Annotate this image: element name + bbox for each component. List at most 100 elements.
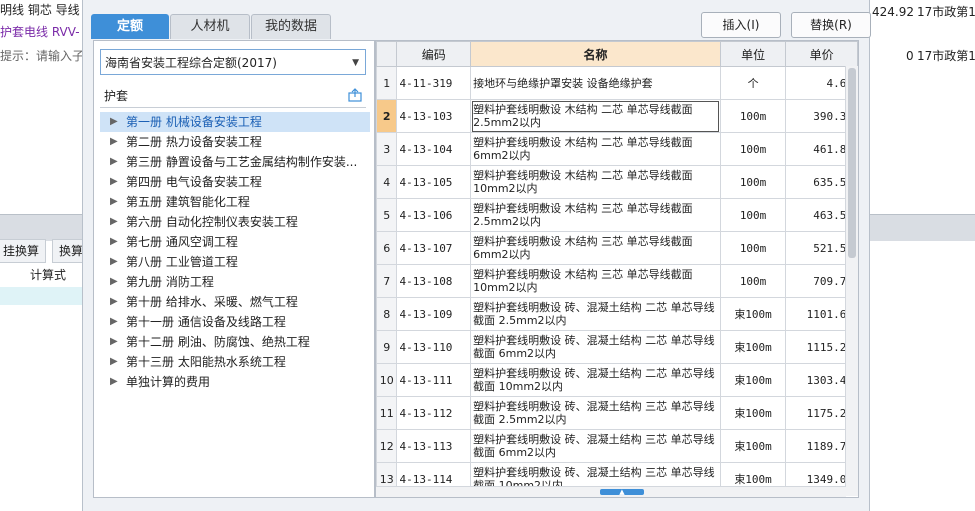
tree-item[interactable]: ▶ 第九册 消防工程	[100, 272, 370, 292]
row-unit[interactable]: 100m	[719, 165, 787, 199]
row-name[interactable]: 塑料护套线明敷设 砖、混凝土结构 三芯 单芯导线截面 2.5mm2以内	[470, 396, 721, 430]
tree-item[interactable]: ▶ 第八册 工业管道工程	[100, 252, 370, 272]
tree-item[interactable]: ▶ 单独计算的费用	[100, 372, 370, 392]
column-header-name[interactable]: 名称	[470, 41, 721, 67]
row-name[interactable]: 塑料护套线明敷设 砖、混凝土结构 三芯 单芯导线截面 6mm2以内	[470, 429, 721, 463]
chevron-right-icon: ▶	[110, 196, 118, 207]
background-row: 护套电线 RVV-	[0, 25, 80, 39]
background-row: 明线 铜芯 导线	[0, 3, 80, 17]
tree-item[interactable]: ▶ 第十一册 通信设备及线路工程	[100, 312, 370, 332]
column-header-code[interactable]: 编码	[396, 41, 472, 67]
row-number: 11	[376, 396, 398, 430]
row-unit[interactable]: 100m	[719, 231, 787, 265]
chevron-right-icon: ▶	[110, 176, 118, 187]
row-name[interactable]: 塑料护套线明敷设 砖、混凝土结构 二芯 单芯导线截面 6mm2以内	[470, 330, 721, 364]
table-row[interactable]: 5 4-13-106 塑料护套线明敷设 木结构 三芯 单芯导线截面 2.5mm2…	[376, 198, 858, 232]
tree-item[interactable]: ▶ 第十册 给排水、采暖、燃气工程	[100, 292, 370, 312]
tab-labor-material-machine[interactable]: 人材机	[170, 14, 250, 39]
tree-item[interactable]: ▶ 第七册 通风空调工程	[100, 232, 370, 252]
table-row[interactable]: 11 4-13-112 塑料护套线明敷设 砖、混凝土结构 三芯 单芯导线截面 2…	[376, 396, 858, 430]
row-code[interactable]: 4-13-107	[396, 231, 472, 265]
table-row[interactable]: 4 4-13-105 塑料护套线明敷设 木结构 二芯 单芯导线截面 10mm2以…	[376, 165, 858, 199]
chevron-right-icon: ▶	[110, 216, 118, 227]
search-input[interactable]: 护套	[100, 84, 366, 108]
row-number: 2	[376, 99, 398, 133]
column-header-unit[interactable]: 单位	[719, 41, 787, 67]
table-row[interactable]: 2 4-13-103 塑料护套线明敷设 木结构 二芯 单芯导线截面 2.5mm2…	[376, 99, 858, 133]
row-code[interactable]: 4-13-108	[396, 264, 472, 298]
quota-library-panel: 海南省安装工程综合定额(2017) ▼ 护套 ▶ 第一册 机械设备安装工程 ▶ 第二…	[93, 40, 375, 498]
row-name[interactable]: 塑料护套线明敷设 砖、混凝土结构 二芯 单芯导线截面 10mm2以内	[470, 363, 721, 397]
collapse-handle-icon[interactable]: ▲	[600, 489, 644, 496]
table-row[interactable]: 9 4-13-110 塑料护套线明敷设 砖、混凝土结构 二芯 单芯导线截面 6m…	[376, 330, 858, 364]
background-right-column: 424.92 17市政第1 0 17市政第1	[868, 0, 975, 80]
tree-item-label: 单独计算的费用	[126, 375, 211, 389]
row-number: 9	[376, 330, 398, 364]
row-code[interactable]: 4-13-112	[396, 396, 472, 430]
insert-button[interactable]: 插入(I)	[701, 12, 781, 38]
quota-library-select[interactable]: 海南省安装工程综合定额(2017) ▼	[100, 49, 366, 75]
table-row[interactable]: 6 4-13-107 塑料护套线明敷设 木结构 三芯 单芯导线截面 6mm2以内…	[376, 231, 858, 265]
row-unit[interactable]: 束100m	[719, 330, 787, 364]
tree-item-label: 第十一册 通信设备及线路工程	[126, 315, 286, 329]
tree-item[interactable]: ▶ 第四册 电气设备安装工程	[100, 172, 370, 192]
vertical-scrollbar[interactable]	[845, 66, 858, 496]
table-row[interactable]: 1 4-11-319 接地环与绝缘护罩安装 设备绝缘护套 个 4.65	[376, 66, 858, 100]
row-unit[interactable]: 束100m	[719, 429, 787, 463]
row-unit[interactable]: 束100m	[719, 396, 787, 430]
row-code[interactable]: 4-13-110	[396, 330, 472, 364]
tree-item[interactable]: ▶ 第六册 自动化控制仪表安装工程	[100, 212, 370, 232]
row-code[interactable]: 4-13-113	[396, 429, 472, 463]
tree-item[interactable]: ▶ 第三册 静置设备与工艺金属结构制作安装...	[100, 152, 370, 172]
filter-icon[interactable]	[348, 88, 362, 102]
row-code[interactable]: 4-13-103	[396, 99, 472, 133]
background-text: 17市政第1	[917, 49, 975, 63]
replace-button[interactable]: 替换(R)	[791, 12, 871, 38]
chevron-right-icon: ▶	[110, 316, 118, 327]
row-code[interactable]: 4-13-109	[396, 297, 472, 331]
tree-item[interactable]: ▶ 第五册 建筑智能化工程	[100, 192, 370, 212]
row-unit[interactable]: 100m	[719, 99, 787, 133]
row-name[interactable]: 塑料护套线明敷设 木结构 三芯 单芯导线截面 2.5mm2以内	[470, 198, 721, 232]
chevron-right-icon: ▶	[110, 356, 118, 367]
row-unit[interactable]: 100m	[719, 198, 787, 232]
background-tab[interactable]: 挂换算	[0, 239, 47, 263]
column-header-price[interactable]: 单价	[785, 41, 858, 67]
row-name[interactable]: 塑料护套线明敷设 砖、混凝土结构 二芯 单芯导线截面 2.5mm2以内	[470, 297, 721, 331]
row-name[interactable]: 塑料护套线明敷设 木结构 三芯 单芯导线截面 10mm2以内	[470, 264, 721, 298]
table-row[interactable]: 12 4-13-113 塑料护套线明敷设 砖、混凝土结构 三芯 单芯导线截面 6…	[376, 429, 858, 463]
row-name[interactable]: 塑料护套线明敷设 木结构 二芯 单芯导线截面 10mm2以内	[470, 165, 721, 199]
row-code[interactable]: 4-13-104	[396, 132, 472, 166]
row-unit[interactable]: 束100m	[719, 297, 787, 331]
row-unit[interactable]: 100m	[719, 264, 787, 298]
tree-item[interactable]: ▶ 第十二册 刷油、防腐蚀、绝热工程	[100, 332, 370, 352]
tab-quota[interactable]: 定额	[91, 14, 169, 39]
row-unit[interactable]: 个	[719, 66, 787, 100]
table-row[interactable]: 10 4-13-111 塑料护套线明敷设 砖、混凝土结构 二芯 单芯导线截面 1…	[376, 363, 858, 397]
row-name[interactable]: 塑料护套线明敷设 木结构 二芯 单芯导线截面 2.5mm2以内	[470, 99, 721, 133]
tree-item[interactable]: ▶ 第二册 热力设备安装工程	[100, 132, 370, 152]
row-name[interactable]: 塑料护套线明敷设 木结构 二芯 单芯导线截面 6mm2以内	[470, 132, 721, 166]
row-number: 3	[376, 132, 398, 166]
tab-my-data[interactable]: 我的数据	[251, 14, 331, 39]
tree-item[interactable]: ▶ 第十三册 太阳能热水系统工程	[100, 352, 370, 372]
row-unit[interactable]: 100m	[719, 132, 787, 166]
row-name[interactable]: 接地环与绝缘护罩安装 设备绝缘护套	[470, 66, 721, 100]
table-row[interactable]: 8 4-13-109 塑料护套线明敷设 砖、混凝土结构 二芯 单芯导线截面 2.…	[376, 297, 858, 331]
row-code[interactable]: 4-13-111	[396, 363, 472, 397]
table-row[interactable]: 7 4-13-108 塑料护套线明敷设 木结构 三芯 单芯导线截面 10mm2以…	[376, 264, 858, 298]
table-row[interactable]: 3 4-13-104 塑料护套线明敷设 木结构 二芯 单芯导线截面 6mm2以内…	[376, 132, 858, 166]
row-name[interactable]: 塑料护套线明敷设 木结构 三芯 单芯导线截面 6mm2以内	[470, 231, 721, 265]
chevron-right-icon: ▶	[110, 156, 118, 167]
tree-item[interactable]: ▶ 第一册 机械设备安装工程	[100, 112, 370, 132]
tree-item-label: 第七册 通风空调工程	[126, 235, 238, 249]
row-code[interactable]: 4-13-105	[396, 165, 472, 199]
chevron-right-icon: ▶	[110, 256, 118, 267]
scrollbar-thumb[interactable]	[848, 68, 856, 258]
row-code[interactable]: 4-11-319	[396, 66, 472, 100]
row-unit[interactable]: 束100m	[719, 363, 787, 397]
background-highlight-row	[0, 287, 82, 305]
row-code[interactable]: 4-13-106	[396, 198, 472, 232]
chevron-right-icon: ▶	[110, 136, 118, 147]
row-number: 6	[376, 231, 398, 265]
